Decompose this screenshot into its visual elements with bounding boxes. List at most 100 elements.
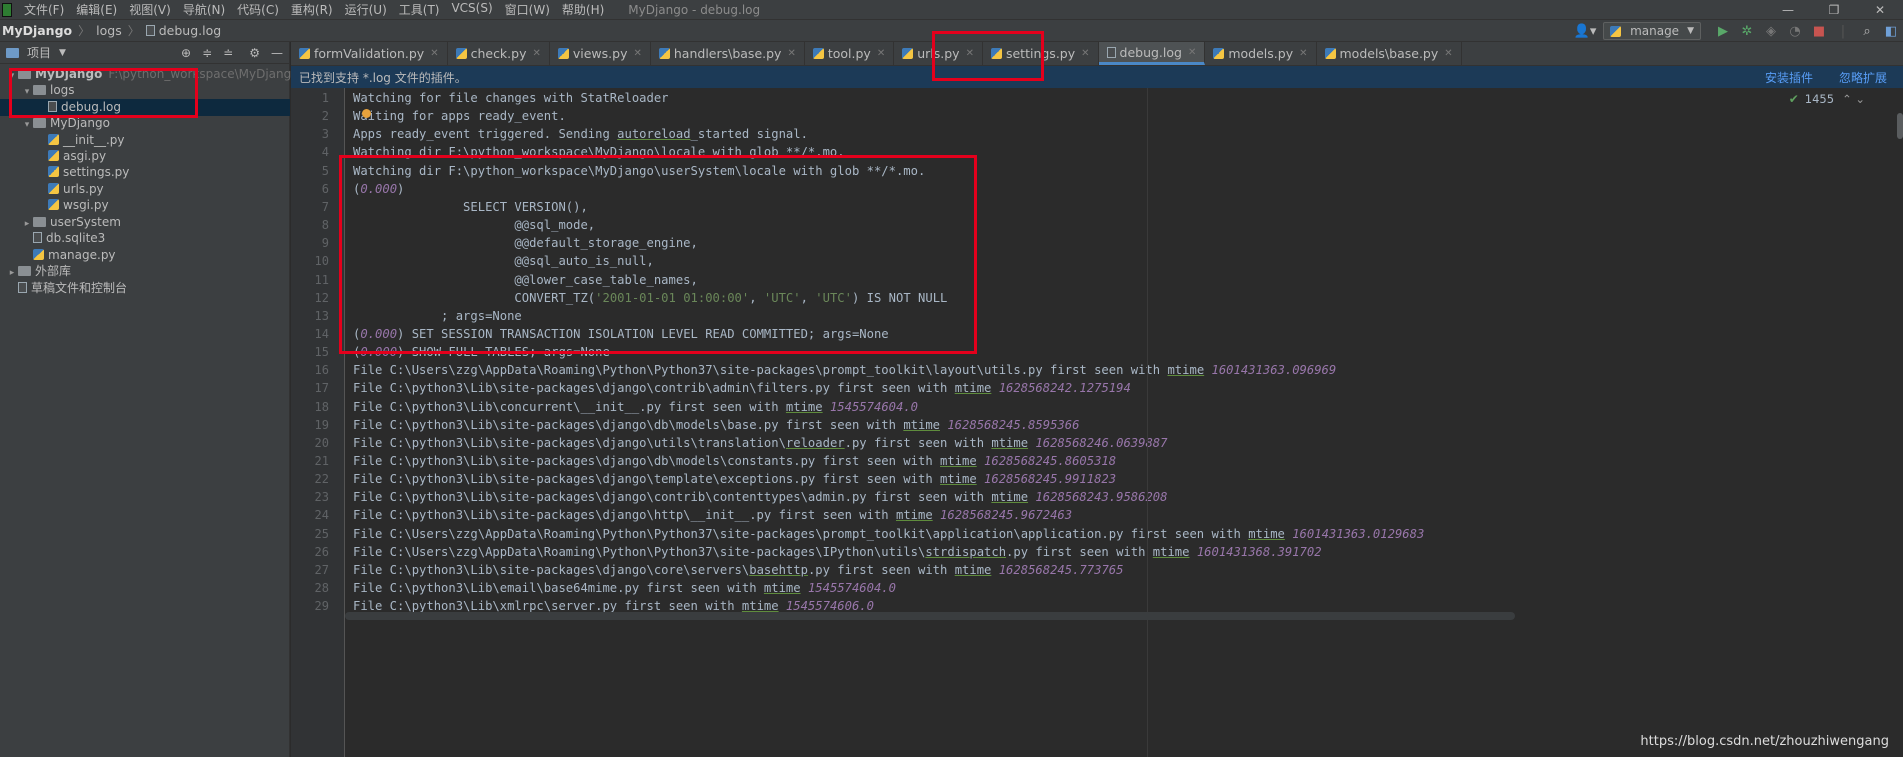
nav-arrows-icon[interactable]: ⌃ ⌄ xyxy=(1842,92,1865,106)
ide-update-icon[interactable]: ◧ xyxy=(1879,20,1903,42)
ignore-extension-link[interactable]: 忽略扩展 xyxy=(1839,69,1887,86)
python-file-icon xyxy=(1324,48,1336,59)
editor-tab[interactable]: models.py ✕ xyxy=(1205,42,1317,65)
tree-item[interactable]: 草稿文件和控制台 xyxy=(0,280,290,297)
tree-item[interactable]: ▾ MyDjango F:\python_workspace\MyDjango xyxy=(0,66,299,83)
code-editor[interactable]: Watching for file changes with StatReloa… xyxy=(345,88,1903,757)
run-config-selector[interactable]: manage ▼ xyxy=(1603,22,1701,40)
tree-item-label: manage.py xyxy=(48,248,116,262)
tree-item[interactable]: ▾ logs xyxy=(0,82,290,99)
menu-item[interactable]: 工具(T) xyxy=(393,1,446,18)
menu-item[interactable]: 文件(F) xyxy=(18,1,70,18)
breadcrumb-file[interactable]: debug.log xyxy=(159,23,221,38)
close-tab-icon[interactable]: ✕ xyxy=(1444,48,1452,59)
tree-item[interactable]: __init__.py xyxy=(0,132,290,149)
code-token: 1628568245.773765 xyxy=(998,562,1124,577)
menu-item[interactable]: 编辑(E) xyxy=(70,1,123,18)
tab-label: debug.log xyxy=(1119,44,1182,60)
line-number: 28 xyxy=(314,581,329,596)
tree-item[interactable]: debug.log xyxy=(0,99,290,116)
menu-item[interactable]: 代码(C) xyxy=(231,1,285,18)
tree-item[interactable]: wsgi.py xyxy=(0,197,290,214)
tree-item[interactable]: ▸ 外部库 xyxy=(0,263,290,280)
notification-actions: 安装插件 忽略扩展 xyxy=(1739,66,1887,88)
stop-icon[interactable]: ■ xyxy=(1807,20,1831,42)
menu-item[interactable]: VCS(S) xyxy=(445,1,498,18)
gear-icon[interactable]: ⚙ xyxy=(249,46,260,60)
editor-tab[interactable]: tool.py ✕ xyxy=(805,42,895,65)
close-tab-icon[interactable]: ✕ xyxy=(430,48,438,59)
menu-item[interactable]: 重构(R) xyxy=(285,1,339,18)
editor-tab[interactable]: handlers\base.py ✕ xyxy=(651,42,805,65)
menu-item[interactable]: 窗口(W) xyxy=(499,1,556,18)
close-tab-icon[interactable]: ✕ xyxy=(1299,48,1307,59)
close-tab-icon[interactable]: ✕ xyxy=(1081,48,1089,59)
tab-label: urls.py xyxy=(917,46,960,61)
locate-icon[interactable]: ⊕ xyxy=(181,46,191,60)
menu-item[interactable]: 帮助(H) xyxy=(556,1,610,18)
editor-tab[interactable]: settings.py ✕ xyxy=(983,42,1099,65)
editor-tab[interactable]: debug.log ✕ xyxy=(1098,42,1206,65)
vertical-scrollbar[interactable] xyxy=(1897,113,1903,139)
tree-item[interactable]: manage.py xyxy=(0,247,290,264)
chevron-down-icon[interactable]: ▼ xyxy=(59,48,66,58)
close-tab-icon[interactable]: ✕ xyxy=(877,48,885,59)
menu-item[interactable]: 运行(U) xyxy=(339,1,393,18)
code-token: basehttp xyxy=(749,562,808,577)
restore-icon[interactable]: ❐ xyxy=(1811,0,1857,20)
hide-panel-icon[interactable]: — xyxy=(271,46,283,60)
close-tab-icon[interactable]: ✕ xyxy=(787,48,795,59)
code-token: @@sql_auto_is_null, xyxy=(353,254,654,269)
coverage-icon[interactable]: ◈ xyxy=(1759,20,1783,42)
expand-all-icon[interactable]: ≑ xyxy=(202,46,212,60)
close-tab-icon[interactable]: ✕ xyxy=(633,48,641,59)
lightbulb-icon[interactable] xyxy=(362,109,371,118)
code-token: mtime xyxy=(1167,363,1205,378)
editor-tab[interactable]: views.py ✕ xyxy=(550,42,651,65)
code-token: 1628568245.8595366 xyxy=(947,417,1080,432)
project-panel-title[interactable]: 项目 xyxy=(27,44,51,61)
breadcrumb-project[interactable]: MyDjango xyxy=(2,23,72,38)
collapse-all-icon[interactable]: ≐ xyxy=(223,46,233,60)
tree-item[interactable]: urls.py xyxy=(0,181,290,198)
debug-icon[interactable]: ✲ xyxy=(1735,20,1759,42)
close-window-icon[interactable]: ✕ xyxy=(1857,0,1903,20)
tree-item[interactable]: db.sqlite3 xyxy=(0,230,290,247)
run-icon[interactable]: ▶ xyxy=(1711,20,1735,42)
profile-icon[interactable]: ◔ xyxy=(1783,20,1807,42)
line-number: 24 xyxy=(314,508,329,523)
editor-tab[interactable]: models\base.py ✕ xyxy=(1317,42,1462,65)
close-tab-icon[interactable]: ✕ xyxy=(532,48,540,59)
line-number: 16 xyxy=(314,363,329,378)
tree-item[interactable]: ▾ MyDjango xyxy=(0,115,290,132)
editor-tab[interactable]: urls.py ✕ xyxy=(894,42,983,65)
install-plugin-link[interactable]: 安装插件 xyxy=(1765,69,1813,86)
code-line: (0.000) SET SESSION TRANSACTION ISOLATIO… xyxy=(353,325,889,343)
user-icon[interactable]: 👤▾ xyxy=(1573,20,1597,42)
code-token: 1601431368.391702 xyxy=(1196,544,1322,559)
inspection-widget[interactable]: ✔ 1455 ⌃ ⌄ xyxy=(1789,92,1865,106)
line-number: 25 xyxy=(314,526,329,541)
menu-item[interactable]: 视图(V) xyxy=(123,1,177,18)
minimize-icon[interactable]: — xyxy=(1765,0,1811,20)
search-icon[interactable]: ⌕ xyxy=(1855,20,1879,42)
code-line: @@default_storage_engine, xyxy=(353,234,697,252)
horizontal-scrollbar[interactable] xyxy=(345,612,1515,620)
tree-item[interactable]: asgi.py xyxy=(0,148,290,165)
editor-tab[interactable]: check.py ✕ xyxy=(448,42,550,65)
tree-item[interactable]: ▸ userSystem xyxy=(0,214,290,231)
close-tab-icon[interactable]: ✕ xyxy=(966,48,974,59)
editor-tab[interactable]: formValidation.py ✕ xyxy=(291,42,448,65)
tree-item[interactable]: settings.py xyxy=(0,164,290,181)
breadcrumb-folder[interactable]: logs xyxy=(96,23,122,38)
close-tab-icon[interactable]: ✕ xyxy=(1188,47,1196,58)
menu-item[interactable]: 导航(N) xyxy=(177,1,231,18)
line-number: 15 xyxy=(314,345,329,360)
code-token: , xyxy=(800,290,816,305)
code-token: mtime xyxy=(954,562,992,577)
code-token: 1601431363.0129683 xyxy=(1292,526,1425,541)
code-token: 0.000 xyxy=(360,181,398,196)
